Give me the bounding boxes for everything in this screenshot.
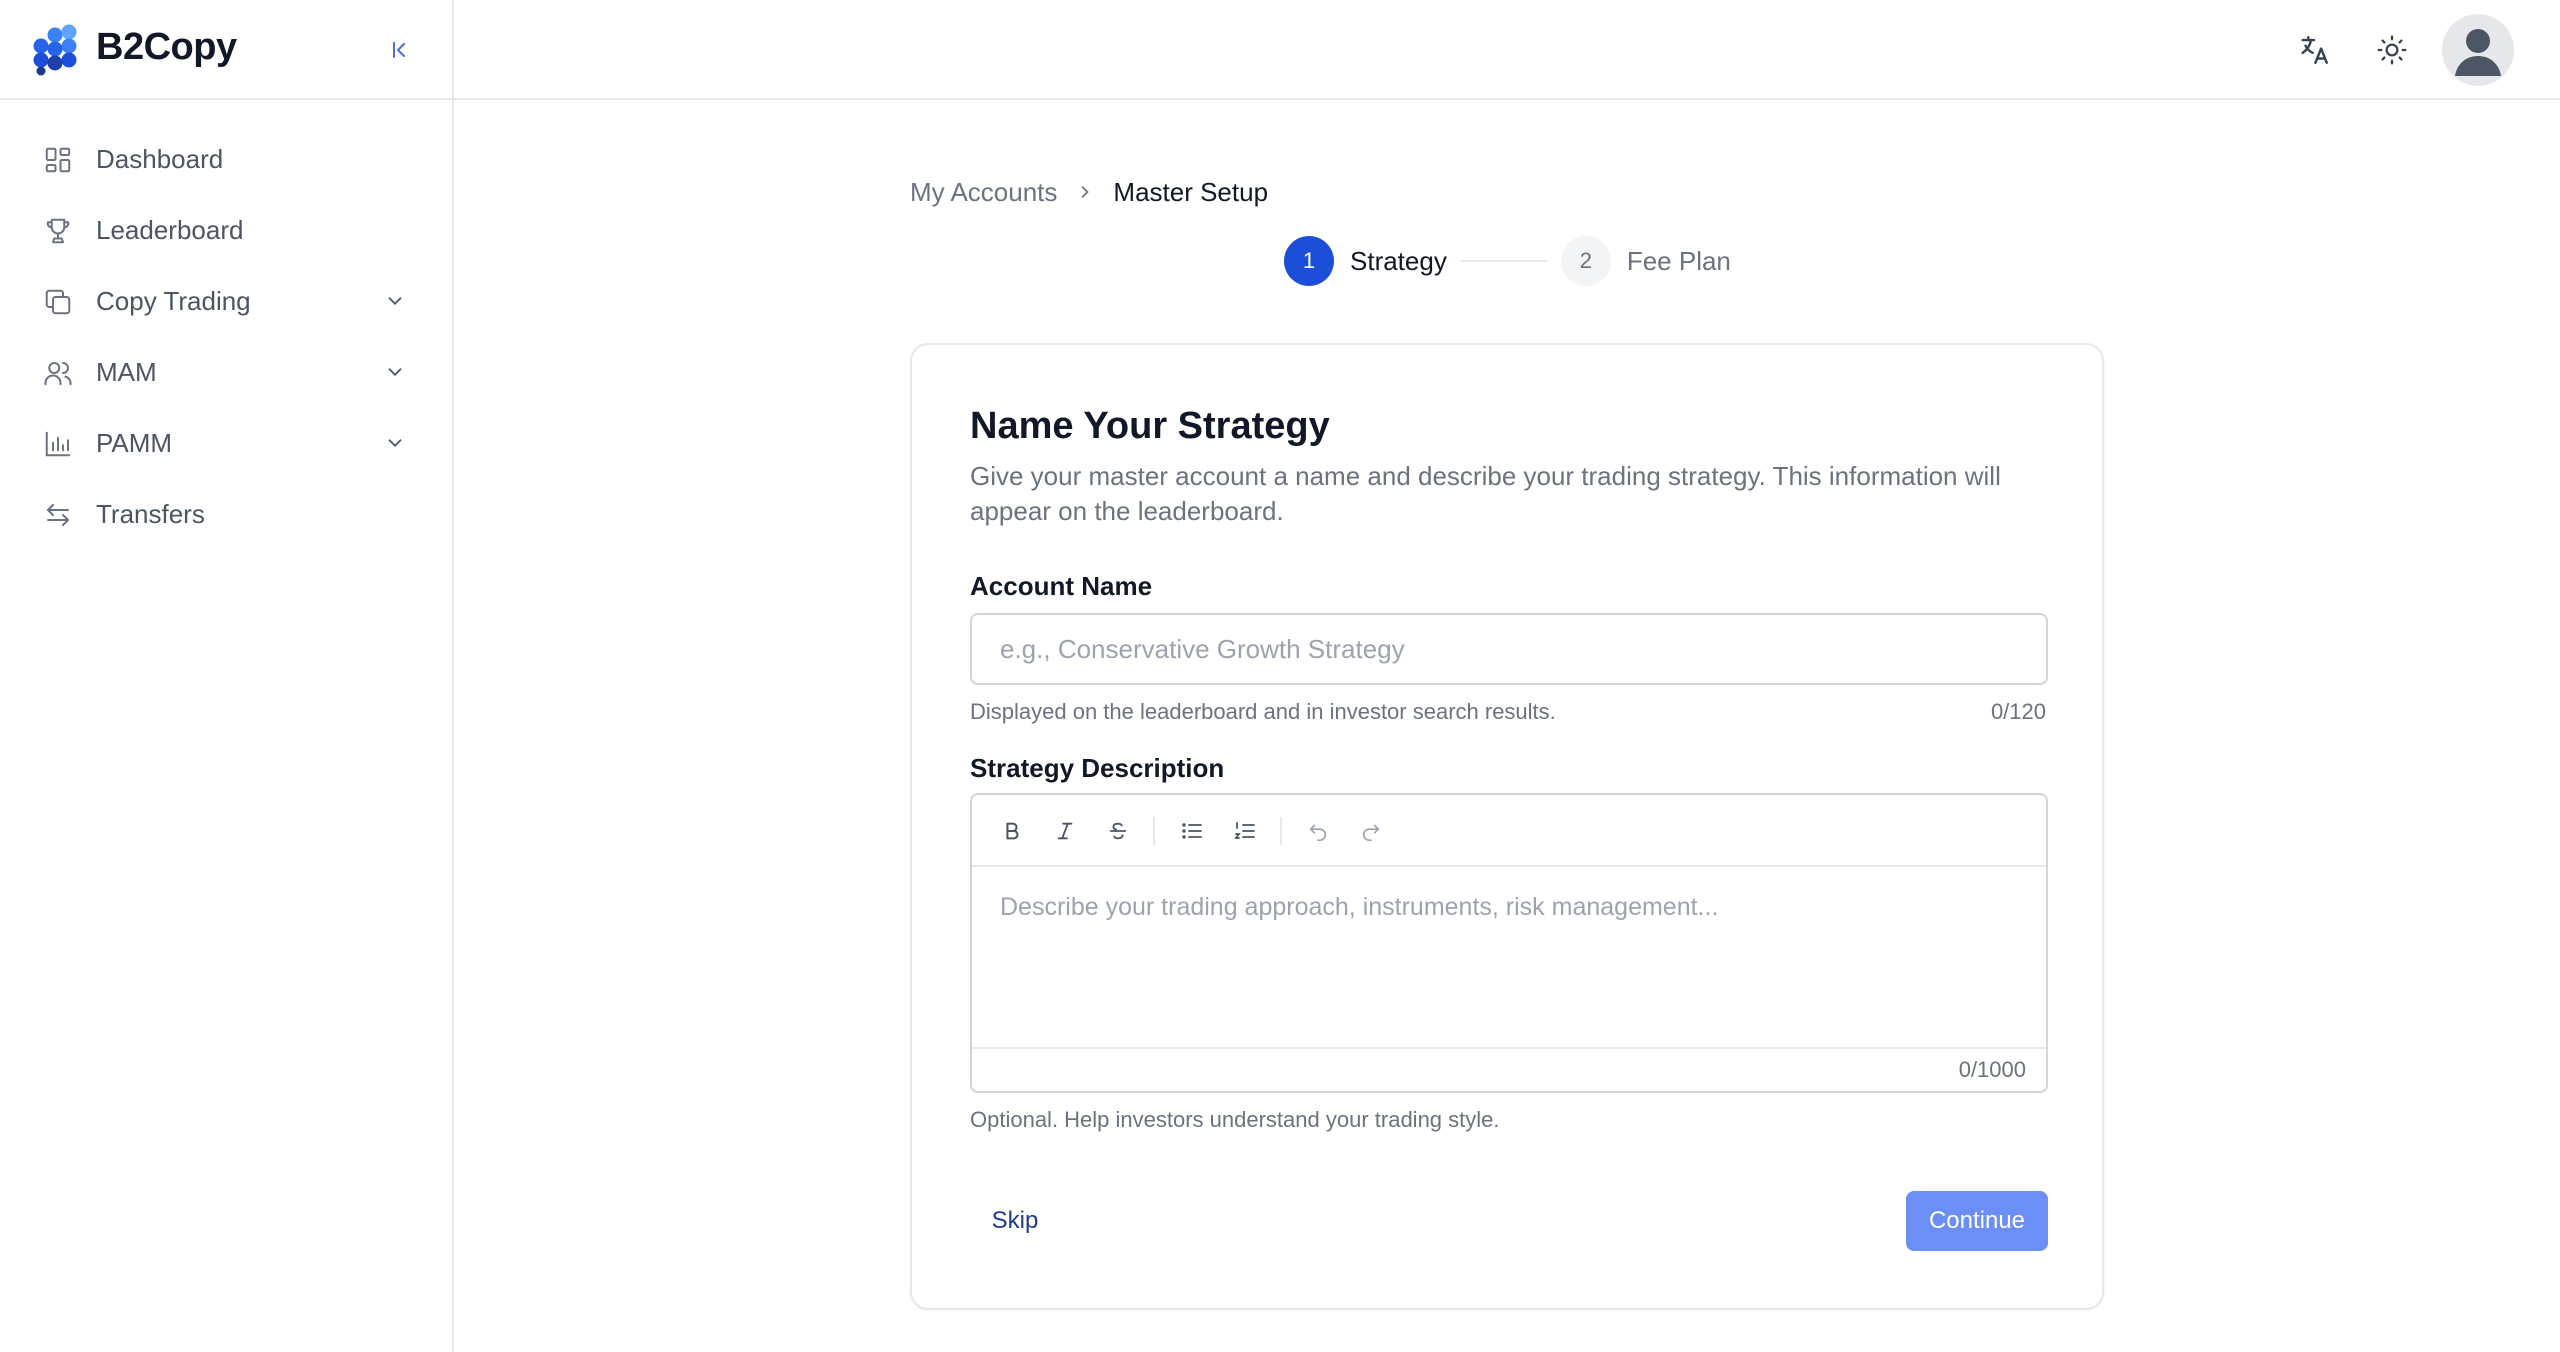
italic-button[interactable] xyxy=(1047,813,1083,849)
strategy-description-editor: Describe your trading approach, instrume… xyxy=(970,793,2048,1093)
dashboard-icon xyxy=(40,142,76,178)
breadcrumb-current: Master Setup xyxy=(1113,176,1269,207)
chevron-down-icon[interactable] xyxy=(380,428,410,458)
account-name-hint: Displayed on the leaderboard and in inve… xyxy=(970,699,1556,724)
continue-button[interactable]: Continue xyxy=(1906,1191,2048,1251)
skip-button[interactable]: Skip xyxy=(970,1191,1060,1251)
sidebar: B2Copy Dashboard Leaderboard Copy Tradin… xyxy=(0,0,454,1352)
toolbar-divider xyxy=(1153,817,1155,845)
chevron-down-icon[interactable] xyxy=(380,357,410,387)
b2copy-logo xyxy=(33,24,77,76)
sidebar-item-label: Transfers xyxy=(96,499,205,529)
stepper: 1 Strategy 2 Fee Plan xyxy=(1284,235,1731,287)
bold-icon xyxy=(1006,822,1019,840)
transfer-arrows-icon xyxy=(40,497,76,533)
account-name-counter: 0/120 xyxy=(1990,699,2046,724)
sun-icon xyxy=(2377,35,2407,65)
step-1-label: Strategy xyxy=(1350,245,1447,276)
undo-icon xyxy=(1309,824,1327,841)
sidebar-item-dashboard[interactable]: Dashboard xyxy=(0,124,452,195)
step-2-label: Fee Plan xyxy=(1626,245,1731,276)
theme-toggle-button[interactable] xyxy=(2372,30,2412,70)
translate-button[interactable] xyxy=(2294,30,2334,70)
bullet-list-icon xyxy=(1182,823,1202,839)
account-name-input[interactable] xyxy=(970,613,2048,685)
step-connector xyxy=(1460,260,1547,262)
account-name-label: Account Name xyxy=(970,571,1153,601)
app-name: B2Copy xyxy=(96,26,237,68)
strategy-description-textarea[interactable]: Describe your trading approach, instrume… xyxy=(972,867,2046,1047)
strategy-description-hint: Optional. Help investors understand your… xyxy=(970,1107,1500,1132)
redo-icon xyxy=(1362,824,1380,841)
sidebar-nav: Dashboard Leaderboard Copy Trading MAM P… xyxy=(0,124,452,550)
chevron-down-icon[interactable] xyxy=(380,286,410,316)
collapse-sidebar-button[interactable] xyxy=(384,34,416,66)
form-title: Name Your Strategy xyxy=(970,405,1330,447)
strategy-description-label: Strategy Description xyxy=(970,753,1225,783)
form-description: Give your master account a name and desc… xyxy=(970,461,2001,526)
sidebar-item-label: Leaderboard xyxy=(96,215,244,245)
strikethrough-icon xyxy=(1109,822,1127,840)
bold-button[interactable] xyxy=(994,813,1030,849)
sidebar-item-label: MAM xyxy=(96,357,157,387)
sidebar-item-mam[interactable]: MAM xyxy=(0,337,452,408)
breadcrumb: My Accounts Master Setup xyxy=(910,174,1268,210)
translate-icon xyxy=(2301,36,2328,64)
topbar xyxy=(454,0,2560,100)
sidebar-item-copy-trading[interactable]: Copy Trading xyxy=(0,266,452,337)
bar-chart-icon xyxy=(40,426,76,462)
user-avatar-icon xyxy=(2455,29,2501,76)
italic-icon xyxy=(1057,822,1073,840)
redo-button[interactable] xyxy=(1353,813,1389,849)
brand-header: B2Copy xyxy=(0,0,452,100)
editor-footer: 0/1000 xyxy=(972,1047,2046,1091)
bullet-list-button[interactable] xyxy=(1174,813,1210,849)
trophy-icon xyxy=(40,213,76,249)
numbered-list-icon xyxy=(1234,822,1255,839)
sidebar-item-pamm[interactable]: PAMM xyxy=(0,408,452,479)
avatar[interactable] xyxy=(2442,14,2514,86)
step-1-indicator: 1 xyxy=(1284,236,1334,286)
undo-button[interactable] xyxy=(1300,813,1336,849)
users-icon xyxy=(40,355,76,391)
breadcrumb-link-my-accounts[interactable]: My Accounts xyxy=(910,177,1057,208)
collapse-left-icon xyxy=(393,42,405,58)
step-2-indicator: 2 xyxy=(1560,236,1611,286)
sidebar-item-leaderboard[interactable]: Leaderboard xyxy=(0,195,452,266)
chevron-right-icon xyxy=(1075,182,1095,202)
sidebar-item-label: PAMM xyxy=(96,428,173,458)
numbered-list-button[interactable] xyxy=(1227,813,1263,849)
editor-toolbar xyxy=(972,795,2046,867)
sidebar-item-label: Copy Trading xyxy=(96,286,251,316)
copy-icon xyxy=(40,284,76,320)
strikethrough-button[interactable] xyxy=(1100,813,1136,849)
sidebar-item-transfers[interactable]: Transfers xyxy=(0,479,452,550)
strategy-form-card: Name Your Strategy Give your master acco… xyxy=(910,343,2104,1310)
sidebar-item-label: Dashboard xyxy=(96,144,224,174)
strategy-description-counter: 0/1000 xyxy=(1958,1057,2026,1082)
toolbar-divider xyxy=(1280,817,1282,845)
